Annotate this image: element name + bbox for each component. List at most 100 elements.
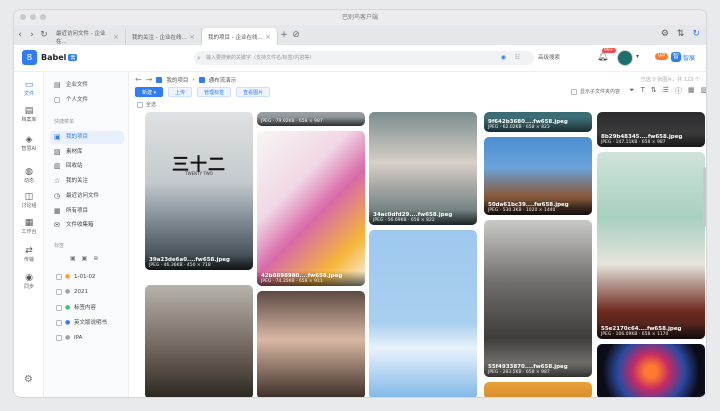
- gear-icon[interactable]: ⚙: [661, 29, 669, 39]
- rail-item[interactable]: ⇄ 传输: [14, 246, 44, 263]
- tag-checkbox[interactable]: [56, 319, 62, 326]
- image-card[interactable]: 34ac0dfd29....fw658.jpeg JPEG · 56.69KB ·…: [369, 112, 477, 225]
- tags-title[interactable]: 标签: [54, 242, 64, 249]
- scrollbar[interactable]: [703, 167, 706, 227]
- search-scope-icon[interactable]: ☷: [515, 51, 520, 65]
- image-card[interactable]: [145, 285, 253, 397]
- tag-checkbox[interactable]: [56, 304, 62, 311]
- back-icon[interactable]: ‹: [14, 25, 26, 45]
- rail-item[interactable]: ▭ 文件: [14, 80, 44, 97]
- tab-recent[interactable]: 最近访问文件 - 企业在... ×: [50, 28, 126, 45]
- grid-view-icon[interactable]: ▦: [688, 86, 695, 96]
- image-card[interactable]: [257, 291, 365, 397]
- sidebar-item[interactable]: ✉ 文件收集箱: [50, 219, 124, 232]
- settings-gear-icon[interactable]: ⚙: [24, 374, 33, 385]
- image-card[interactable]: [369, 230, 477, 397]
- show-subfolder-toggle[interactable]: 显示子文件夹内容: [571, 88, 620, 95]
- sidebar-item[interactable]: ▦ 所有项目: [50, 205, 124, 218]
- image-card[interactable]: JPEG · 79.92KB · 658 × 987: [257, 112, 365, 126]
- tag-checkbox[interactable]: [56, 274, 62, 280]
- close-tab-icon[interactable]: ×: [265, 33, 271, 41]
- breadcrumb-root[interactable]: 我的项目: [166, 76, 188, 84]
- rail-item[interactable]: ◈ 智慧AI: [14, 135, 44, 152]
- text-icon[interactable]: T: [641, 86, 645, 96]
- list-view-icon[interactable]: ☰: [663, 86, 669, 96]
- close-window-button[interactable]: [20, 14, 26, 20]
- link-icon[interactable]: ⊘: [290, 25, 302, 45]
- tag-add-icon[interactable]: ⊕: [93, 255, 98, 262]
- advanced-search-link[interactable]: 高级搜索: [538, 53, 560, 61]
- view-image-button[interactable]: 查看图片: [236, 87, 271, 97]
- image-card[interactable]: 39a23de6a0....fw658.jpeg JPEG · 46.36KB ·…: [145, 112, 253, 270]
- image-card[interactable]: 9f642b3680....fw658.jpeg JPEG · 62.02KB ·…: [484, 112, 592, 132]
- show-subfolder-checkbox[interactable]: [571, 88, 577, 95]
- rail-item[interactable]: ▤ 档案库: [14, 106, 44, 123]
- card-caption: JPEG · 79.92KB · 658 × 987: [257, 117, 365, 126]
- rail-icon: ⇄: [25, 246, 33, 256]
- bell-icon[interactable]: 🔔︎: [597, 52, 608, 62]
- manage-tags-button[interactable]: 管理标签: [197, 87, 232, 97]
- rail-item[interactable]: ▦ 工作台: [14, 218, 44, 235]
- tag-item[interactable]: ● 标签内容: [52, 302, 126, 314]
- select-all[interactable]: 全选: [137, 101, 156, 108]
- image-card[interactable]: 42b8898980....fw658.jpeg JPEG · 74.35KB ·…: [257, 131, 365, 286]
- tag-checkbox[interactable]: [56, 289, 62, 296]
- sidebar-item[interactable]: ▤ 企业文件: [50, 79, 124, 92]
- forward-icon[interactable]: ›: [26, 25, 38, 45]
- tag-item[interactable]: ● 1-01-02: [52, 271, 126, 283]
- sidebar-item[interactable]: ▨ 素材库: [50, 146, 124, 159]
- rail-icon: ▭: [24, 80, 34, 90]
- new-tab-icon[interactable]: +: [278, 25, 290, 45]
- sort-icon[interactable]: ⇅: [677, 29, 685, 39]
- forward-arrow-icon[interactable]: →: [146, 75, 153, 84]
- tag-checkbox[interactable]: [56, 335, 62, 342]
- image-card[interactable]: [484, 382, 592, 397]
- new-button[interactable]: 新建 ▾: [135, 87, 164, 97]
- maximize-window-button[interactable]: [40, 14, 46, 20]
- sidebar-item[interactable]: ◷ 最近访问文件: [50, 190, 124, 203]
- tab-following[interactable]: 我的关注 - 企业在线... ×: [126, 28, 202, 45]
- image-card[interactable]: 50da61bc39....fw658.jpeg JPEG · 530.3KB ·…: [484, 137, 592, 215]
- file-meta: JPEG · 46.36KB · 450 × 718: [149, 263, 211, 268]
- toolbar: 新建 ▾ 上传 管理标签 查看图片: [135, 87, 271, 97]
- filter-icon[interactable]: ⏷: [629, 86, 635, 96]
- rail-item[interactable]: ◉ 同步: [14, 273, 44, 290]
- upload-button[interactable]: 上传: [168, 87, 193, 97]
- masonry-view-icon[interactable]: ▥: [701, 86, 706, 96]
- tag-item[interactable]: ● IPA: [52, 332, 126, 344]
- tag-filter-icon[interactable]: ▣: [70, 255, 76, 262]
- tag-copy-icon[interactable]: ▣: [82, 255, 88, 262]
- sidebar-item[interactable]: ▥ 回收站: [50, 160, 124, 173]
- close-tab-icon[interactable]: ×: [113, 33, 119, 41]
- sidebar-icon: ▦: [54, 206, 61, 215]
- sidebar-item[interactable]: ☆ 我的关注: [50, 175, 124, 188]
- close-tab-icon[interactable]: ×: [189, 33, 195, 41]
- image-card[interactable]: [597, 344, 705, 397]
- select-all-checkbox[interactable]: [137, 101, 143, 108]
- tag-item[interactable]: ● 英文版说明书: [52, 317, 126, 329]
- refresh-icon[interactable]: ↻: [38, 25, 50, 45]
- chevron-down-icon[interactable]: ▾: [636, 53, 639, 60]
- minimize-window-button[interactable]: [30, 14, 36, 20]
- rail-label: 智慧AI: [21, 146, 37, 152]
- sidebar-item[interactable]: ▣ 我的项目: [50, 131, 124, 144]
- rail-item[interactable]: ◫ 讨论组: [14, 192, 44, 209]
- sidebar-item-label: 所有项目: [66, 207, 89, 214]
- image-card[interactable]: 8b29b48345....fw658.jpeg JPEG · 147.11KB …: [597, 112, 705, 147]
- vip-badge[interactable]: VIP: [655, 53, 669, 60]
- search-input[interactable]: ⌕ 输入要搜索的关键字（支持文件名/标签/内容等） ◉ ☷: [194, 51, 534, 65]
- sidebar-item-label: 企业文件: [66, 82, 89, 88]
- rail-item[interactable]: ◍ 动态: [14, 167, 44, 184]
- avatar[interactable]: [617, 50, 633, 66]
- team-switch[interactable]: 智智展: [671, 52, 695, 62]
- tab-my-projects[interactable]: 我的项目 - 企业在线... ×: [202, 28, 278, 45]
- image-search-icon[interactable]: ◉: [501, 51, 506, 65]
- sync-icon[interactable]: ↻: [692, 29, 700, 39]
- sort-icon[interactable]: ⇅: [651, 86, 657, 96]
- tag-item[interactable]: ● 2021: [52, 286, 126, 298]
- image-card[interactable]: 55f4933870....fw658.jpeg JPEG · 283.5KB ·…: [484, 220, 592, 377]
- image-card[interactable]: 55e2170c64....fw658.jpeg JPEG · 106.09KB …: [597, 152, 705, 339]
- back-arrow-icon[interactable]: ←: [135, 75, 142, 84]
- info-icon[interactable]: ⓘ: [675, 86, 682, 96]
- sidebar-item[interactable]: ▢ 个人文件: [50, 94, 124, 107]
